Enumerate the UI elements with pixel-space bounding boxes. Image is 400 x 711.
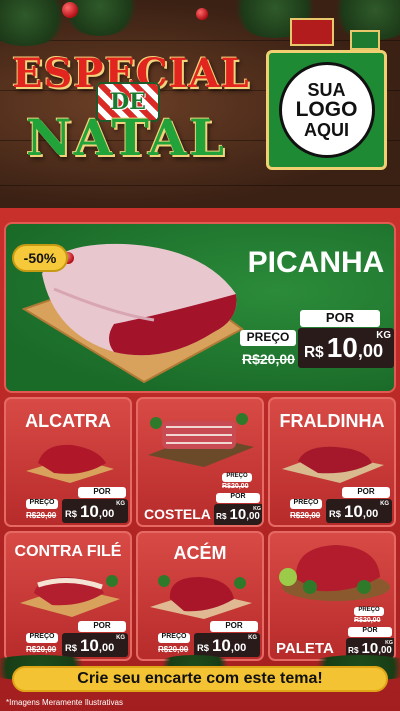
offer-card-paleta[interactable]: PALETA PREÇO R$20,00 POR R$ 10 ,00 KG (268, 531, 396, 661)
price-tag: PREÇO R$20,00 POR R$ 10 ,00 KG (346, 607, 394, 659)
old-price: R$20,00 (242, 351, 295, 367)
preco-label: PREÇO (222, 473, 252, 482)
old-price: R$20,00 (158, 645, 189, 654)
por-label: POR (300, 310, 380, 327)
price-tag: POR PREÇO R$20,00 R$ 10 ,00 KG (24, 621, 130, 659)
card-product-name: COSTELA (144, 506, 211, 522)
preco-label: PREÇO (354, 607, 384, 616)
disclaimer: *Imagens Meramente Ilustrativas (6, 698, 123, 707)
costela-image (148, 413, 254, 467)
logo-circle: SUA LOGO AQUI (278, 62, 375, 158)
currency: R$ (197, 643, 209, 653)
unit: KG (380, 501, 389, 507)
unit: KG (248, 635, 257, 641)
ornament-icon (62, 2, 78, 18)
price-main: 10 (229, 506, 247, 523)
por-label: POR (216, 493, 260, 503)
old-price: R$20,00 (354, 617, 381, 624)
price-main: 10 (211, 636, 231, 655)
card-product-name: ALCATRA (25, 411, 111, 431)
price-cents: ,00 (98, 508, 115, 520)
contra-file-image (20, 575, 120, 617)
new-price: R$ 10 ,00 KG (62, 499, 128, 523)
hero-offer-picanha[interactable]: -50% PICANHA POR PREÇO R$20,00 R$ 10 ,00… (4, 222, 396, 393)
currency: R$ (304, 344, 324, 361)
price-cents: ,00 (230, 642, 247, 654)
gift-box-icon (350, 30, 380, 50)
price-main: 10 (79, 502, 99, 521)
fraldinha-image (282, 446, 384, 483)
header: ESPECIAL DE NATAL SUA LOGO AQUI (0, 0, 400, 208)
ornament-icon (196, 8, 208, 20)
card-product-name: ACÉM (173, 543, 227, 563)
old-price: R$20,00 (222, 483, 249, 490)
preco-label: PREÇO (26, 633, 58, 643)
offer-card-alcatra[interactable]: ALCATRA POR PREÇO R$20,00 R$ 10 ,00 KG (4, 397, 132, 527)
alcatra-image (26, 444, 114, 483)
unit: KG (376, 330, 391, 341)
currency: R$ (65, 509, 77, 519)
currency: R$ (348, 646, 359, 655)
price-cents: ,00 (98, 642, 115, 654)
price-cents: ,00 (246, 511, 260, 522)
new-price: R$ 10 ,00 KG (194, 633, 260, 657)
currency: R$ (216, 512, 227, 521)
currency: R$ (65, 643, 77, 653)
price-tag: PREÇO R$20,00 POR R$ 10 ,00 KG (214, 473, 262, 525)
por-label: POR (78, 487, 126, 498)
price-main: 10 (326, 332, 358, 363)
price-tag: POR PREÇO R$20,00 R$ 10 ,00 KG (24, 487, 130, 525)
price-tag: POR PREÇO R$20,00 R$ 10 ,00 KG (156, 621, 262, 659)
price-cents: ,00 (357, 341, 384, 361)
acem-image (150, 575, 252, 619)
preco-label: PREÇO (26, 499, 58, 509)
card-product-name: PALETA (276, 640, 334, 657)
price-tag: POR PREÇO R$20,00 R$ 10 ,00 KG (288, 487, 394, 525)
currency: R$ (329, 509, 341, 519)
logo-line-1: SUA (307, 80, 346, 100)
por-label: POR (342, 487, 390, 498)
old-price: R$20,00 (26, 645, 57, 654)
offer-card-acem[interactable]: ACÉM POR PREÇO R$20,00 R$ 10 ,00 KG (136, 531, 264, 661)
logo-line-2: LOGO (295, 98, 358, 121)
offer-card-costela[interactable]: COSTELA PREÇO R$20,00 POR R$ 10 ,00 KG (136, 397, 264, 527)
por-label: POR (348, 627, 392, 637)
logo-line-3: AQUI (304, 120, 349, 140)
logo-placeholder[interactable]: SUA LOGO AQUI (266, 50, 387, 170)
price-main: 10 (343, 502, 363, 521)
old-price: R$20,00 (26, 511, 57, 520)
title-natal: NATAL (25, 108, 227, 167)
hero-product-name: PICANHA (247, 246, 385, 279)
new-price: R$ 10 ,00 KG (214, 504, 262, 525)
unit: KG (253, 506, 261, 512)
por-label: POR (210, 621, 258, 632)
unit: KG (116, 501, 125, 507)
offer-card-contra-file[interactable]: CONTRA FILÉ POR PREÇO R$20,00 R$ 10 ,00 … (4, 531, 132, 661)
new-price: R$ 10 ,00 KG (326, 499, 392, 523)
wood-plank-line (0, 40, 400, 41)
price-cents: ,00 (362, 508, 379, 520)
wood-plank-line (0, 185, 400, 186)
unit: KG (385, 640, 393, 646)
gift-box-icon (290, 18, 334, 46)
new-price: R$ 10 ,00 KG (298, 328, 394, 368)
preco-label: PREÇO (240, 330, 296, 346)
discount-badge: -50% (12, 244, 68, 272)
preco-label: PREÇO (290, 499, 322, 509)
price-cents: ,00 (378, 645, 392, 656)
hero-price-tag: POR PREÇO R$20,00 R$ 10 ,00 KG (238, 306, 394, 376)
paleta-image (279, 545, 390, 601)
price-main: 10 (79, 636, 99, 655)
card-product-name: CONTRA FILÉ (14, 543, 122, 560)
old-price: R$20,00 (290, 511, 321, 520)
por-label: POR (78, 621, 126, 632)
preco-label: PREÇO (158, 633, 190, 643)
card-product-name: FRALDINHA (279, 411, 385, 431)
create-flyer-button[interactable]: Crie seu encarte com este tema! (12, 666, 388, 692)
new-price: R$ 10 ,00 KG (62, 633, 128, 657)
unit: KG (116, 635, 125, 641)
offer-card-fraldinha[interactable]: FRALDINHA POR PREÇO R$20,00 R$ 10 ,00 KG (268, 397, 396, 527)
